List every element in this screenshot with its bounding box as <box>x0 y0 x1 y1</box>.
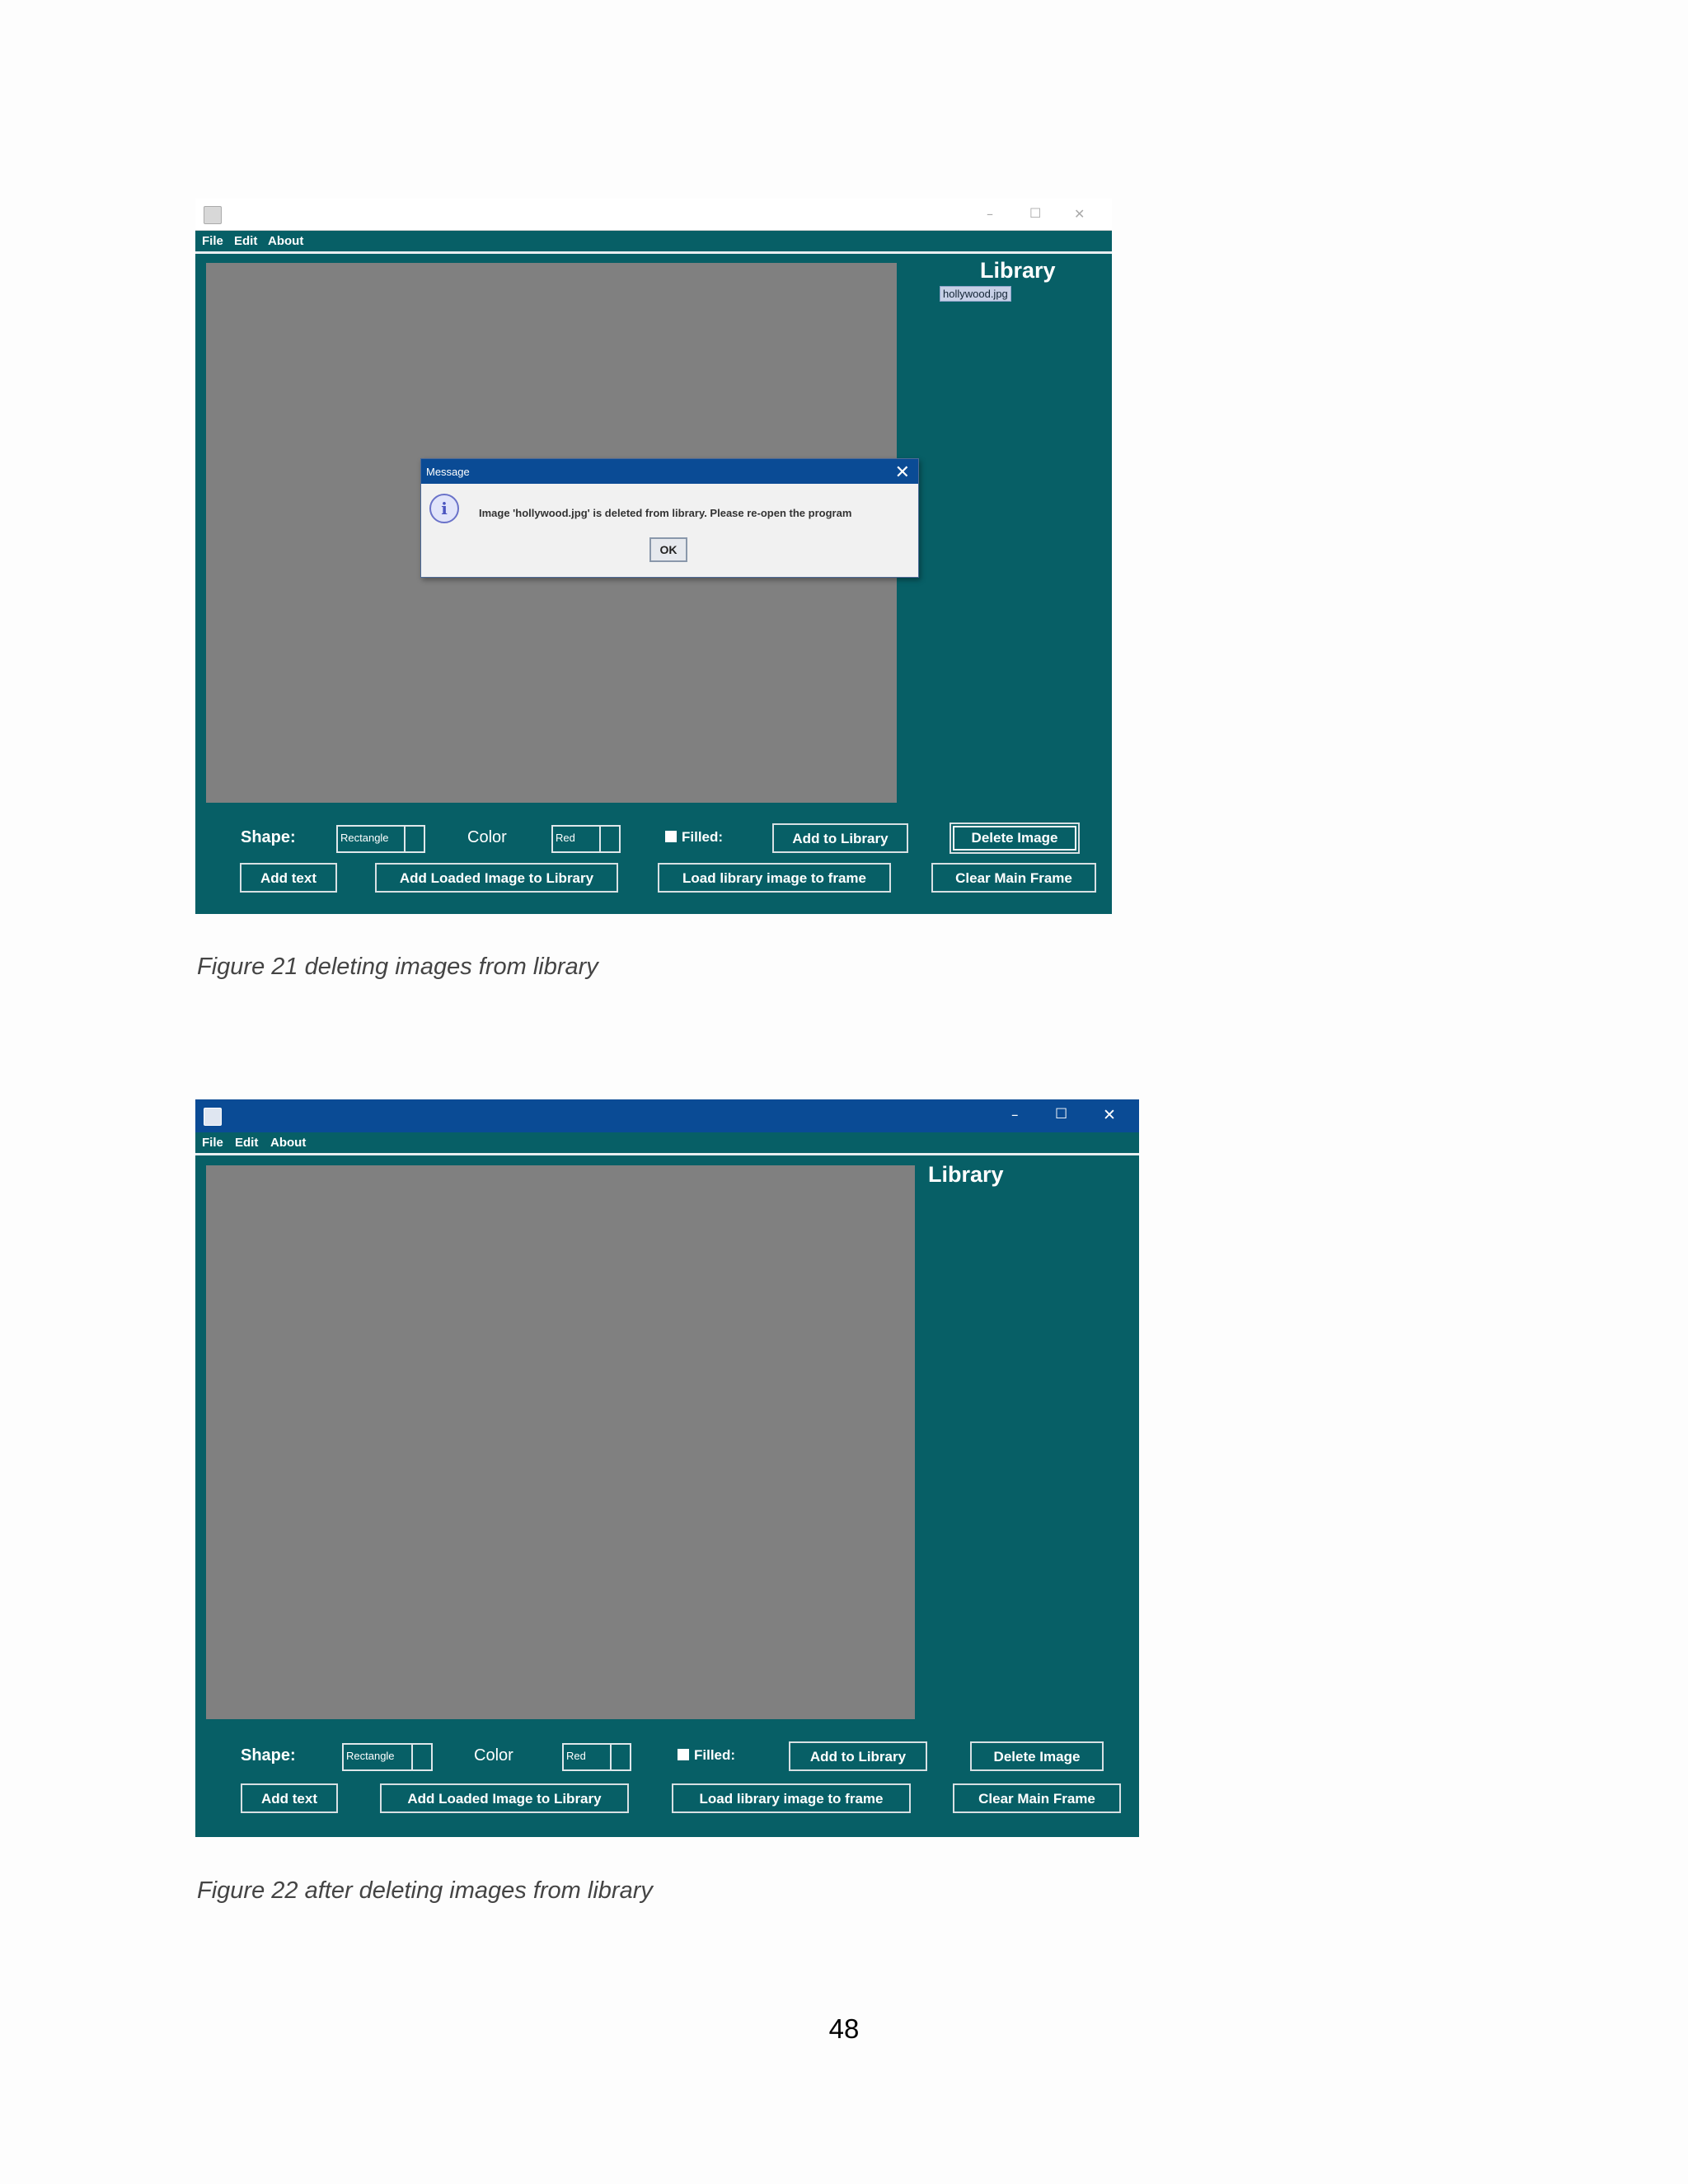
color-select[interactable]: Red <box>562 1743 631 1771</box>
chevron-down-icon[interactable] <box>613 1745 630 1769</box>
close-icon[interactable]: ✕ <box>1103 1106 1116 1124</box>
color-select-value: Red <box>553 827 601 851</box>
main-canvas[interactable] <box>206 1165 915 1719</box>
color-label: Color <box>474 1746 513 1765</box>
menu-file[interactable]: File <box>202 234 223 248</box>
delete-image-button[interactable]: Delete Image <box>970 1741 1104 1771</box>
shape-label: Shape: <box>241 828 296 846</box>
add-text-button[interactable]: Add text <box>240 863 337 893</box>
dialog-message: Image 'hollywood.jpg' is deleted from li… <box>479 507 852 519</box>
menu-bar: File Edit About <box>195 232 1112 251</box>
menu-divider <box>195 1153 1139 1155</box>
chevron-down-icon[interactable] <box>603 827 619 851</box>
library-title: Library <box>928 1162 1004 1187</box>
page-number: 48 <box>828 2013 860 2044</box>
figure-21-caption: Figure 21 deleting images from library <box>197 954 598 980</box>
window-titlebar: – ☐ ✕ <box>195 199 1112 231</box>
checkbox-icon[interactable] <box>665 831 677 842</box>
shape-label: Shape: <box>241 1746 296 1765</box>
add-to-library-button[interactable]: Add to Library <box>789 1741 927 1771</box>
add-text-button[interactable]: Add text <box>241 1783 338 1813</box>
shape-select[interactable]: Rectangle <box>342 1743 433 1771</box>
filled-checkbox[interactable]: Filled: <box>678 1747 735 1764</box>
filled-checkbox[interactable]: Filled: <box>665 829 723 846</box>
menu-file[interactable]: File <box>202 1136 223 1150</box>
add-to-library-button[interactable]: Add to Library <box>772 823 908 853</box>
message-dialog: Message ✕ i Image 'hollywood.jpg' is del… <box>420 458 919 578</box>
color-select[interactable]: Red <box>551 825 621 853</box>
color-select-value: Red <box>564 1745 612 1769</box>
filled-label: Filled: <box>682 829 724 845</box>
close-icon[interactable]: ✕ <box>1074 206 1085 222</box>
maximize-icon[interactable]: ☐ <box>1029 205 1041 221</box>
menu-bar: File Edit About <box>195 1133 1139 1153</box>
clear-main-frame-button[interactable]: Clear Main Frame <box>953 1783 1121 1813</box>
figure-22-caption: Figure 22 after deleting images from lib… <box>197 1877 653 1904</box>
menu-edit[interactable]: Edit <box>235 1136 258 1150</box>
checkbox-icon[interactable] <box>678 1749 689 1760</box>
menu-about[interactable]: About <box>270 1136 306 1150</box>
java-app-icon <box>204 206 222 224</box>
dialog-close-icon[interactable]: ✕ <box>895 462 910 483</box>
menu-divider <box>195 251 1112 254</box>
shape-select-value: Rectangle <box>344 1745 413 1769</box>
clear-main-frame-button[interactable]: Clear Main Frame <box>931 863 1096 893</box>
menu-about[interactable]: About <box>268 234 303 248</box>
minimize-icon[interactable]: – <box>1011 1107 1019 1123</box>
menu-edit[interactable]: Edit <box>234 234 257 248</box>
library-title: Library <box>980 258 1056 283</box>
figure-21-screenshot: – ☐ ✕ File Edit About Library hollywood.… <box>195 199 1112 914</box>
chevron-down-icon[interactable] <box>415 1745 431 1769</box>
library-item[interactable]: hollywood.jpg <box>940 286 1011 302</box>
dialog-titlebar: Message ✕ <box>421 459 918 484</box>
filled-label: Filled: <box>694 1747 736 1763</box>
load-library-image-button[interactable]: Load library image to frame <box>672 1783 911 1813</box>
delete-image-button[interactable]: Delete Image <box>950 823 1080 854</box>
color-label: Color <box>467 828 507 846</box>
dialog-title: Message <box>426 466 470 478</box>
load-library-image-button[interactable]: Load library image to frame <box>658 863 891 893</box>
java-app-icon <box>204 1108 222 1126</box>
add-loaded-image-button[interactable]: Add Loaded Image to Library <box>375 863 618 893</box>
add-loaded-image-button[interactable]: Add Loaded Image to Library <box>380 1783 629 1813</box>
shape-select[interactable]: Rectangle <box>336 825 425 853</box>
ok-button[interactable]: OK <box>649 537 687 562</box>
minimize-icon[interactable]: – <box>987 206 993 222</box>
window-titlebar: – ☐ ✕ <box>195 1099 1139 1132</box>
chevron-down-icon[interactable] <box>407 827 424 851</box>
figure-22-screenshot: – ☐ ✕ File Edit About Library Shape: Rec… <box>195 1099 1139 1837</box>
maximize-icon[interactable]: ☐ <box>1055 1106 1067 1122</box>
info-icon: i <box>429 494 459 523</box>
shape-select-value: Rectangle <box>338 827 406 851</box>
